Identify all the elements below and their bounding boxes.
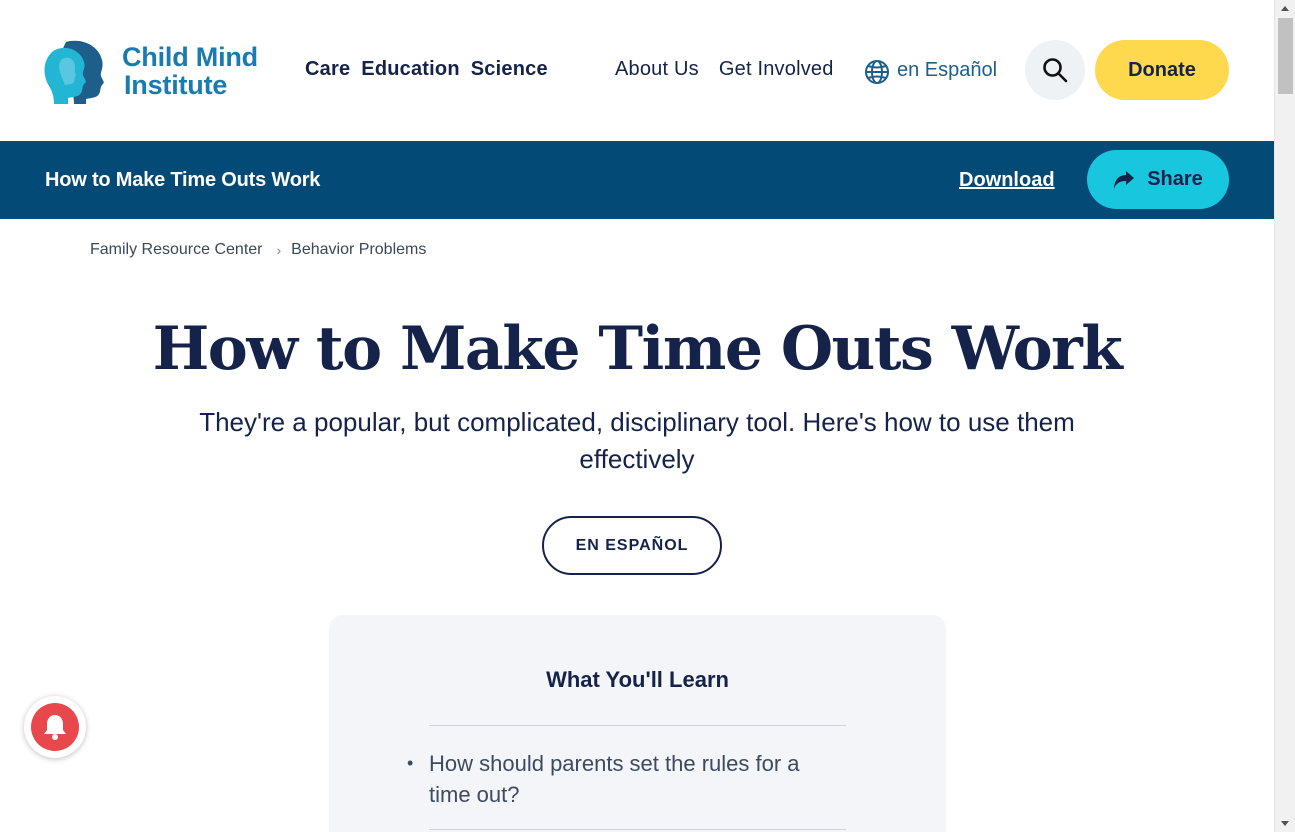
secondary-nav: About Us Get Involved bbox=[615, 58, 834, 81]
divider bbox=[429, 829, 846, 830]
bell-badge bbox=[31, 703, 79, 751]
search-icon bbox=[1043, 58, 1068, 83]
nav-science[interactable]: Science bbox=[471, 58, 548, 81]
language-switch-link[interactable]: en Español bbox=[864, 56, 997, 85]
page-title: How to Make Time Outs Work bbox=[152, 314, 1123, 384]
divider bbox=[429, 725, 846, 726]
article-bar-title: How to Make Time Outs Work bbox=[45, 169, 321, 191]
nav-care[interactable]: Care bbox=[305, 58, 350, 81]
scroll-up-icon[interactable] bbox=[1281, 6, 1289, 11]
logo-line-1: Child Mind bbox=[122, 42, 258, 72]
donate-button[interactable]: Donate bbox=[1095, 40, 1229, 100]
download-link[interactable]: Download bbox=[959, 169, 1055, 192]
what-youll-learn-box: What You'll Learn • How should parents s… bbox=[329, 615, 946, 832]
language-link-label: en Español bbox=[897, 59, 998, 81]
main-nav: Care Education Science bbox=[305, 58, 548, 81]
page-scrollbar[interactable] bbox=[1274, 0, 1295, 832]
breadcrumb: Family Resource Center › Behavior Proble… bbox=[90, 241, 426, 259]
scrollbar-thumb[interactable] bbox=[1278, 18, 1293, 94]
nav-get-involved[interactable]: Get Involved bbox=[719, 58, 834, 81]
notification-bell-button[interactable] bbox=[24, 696, 86, 758]
article-sticky-bar: How to Make Time Outs Work Download Shar… bbox=[0, 141, 1274, 219]
bullet-icon: • bbox=[407, 753, 414, 773]
page-subtitle: They're a popular, but complicated, disc… bbox=[199, 407, 1075, 474]
site-header: Child Mind Institute Care Education Scie… bbox=[0, 0, 1274, 141]
globe-icon bbox=[865, 60, 889, 84]
learn-item-text: How should parents set the rules for a t… bbox=[429, 751, 800, 807]
heads-profile-icon bbox=[44, 40, 104, 104]
share-button[interactable]: Share bbox=[1087, 150, 1229, 209]
breadcrumb-family-resource-center[interactable]: Family Resource Center bbox=[90, 241, 263, 259]
learn-box-title: What You'll Learn bbox=[546, 667, 729, 692]
nav-education[interactable]: Education bbox=[361, 58, 459, 81]
chevron-right-icon: › bbox=[276, 242, 282, 258]
breadcrumb-behavior-problems[interactable]: Behavior Problems bbox=[291, 241, 426, 259]
site-logo[interactable]: Child Mind Institute bbox=[44, 37, 284, 105]
logo-wordmark: Child Mind Institute bbox=[122, 43, 258, 99]
search-button[interactable] bbox=[1025, 40, 1085, 100]
scroll-down-icon[interactable] bbox=[1281, 821, 1289, 826]
bell-icon bbox=[44, 715, 66, 740]
learn-list-item[interactable]: • How should parents set the rules for a… bbox=[407, 748, 846, 810]
share-label: Share bbox=[1147, 168, 1203, 190]
logo-line-2: Institute bbox=[124, 70, 228, 100]
nav-about-us[interactable]: About Us bbox=[615, 58, 699, 81]
share-arrow-icon bbox=[1114, 170, 1135, 189]
en-espanol-button[interactable]: EN ESPAÑOL bbox=[542, 516, 722, 575]
